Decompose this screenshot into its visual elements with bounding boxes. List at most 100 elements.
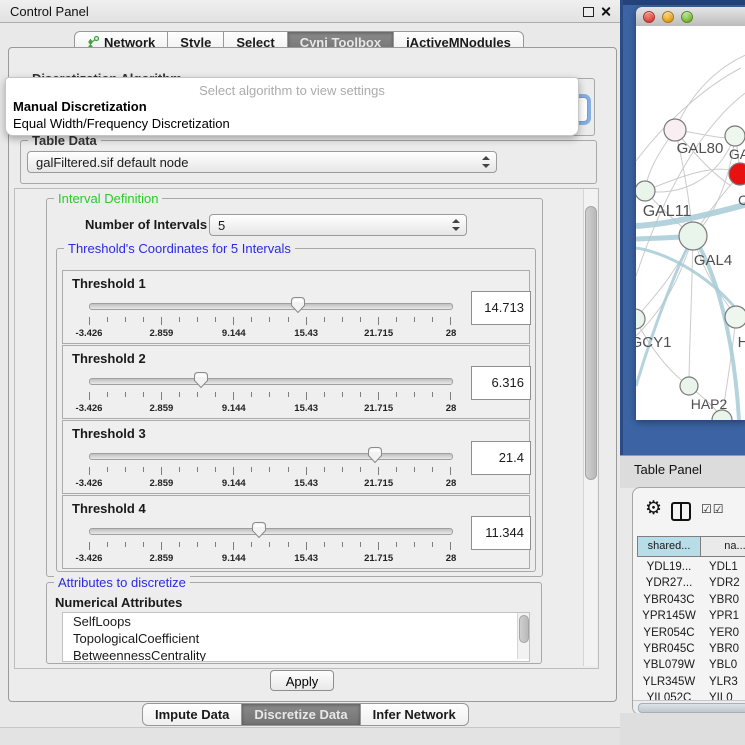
slider-tick-labels: -3.4262.8599.14415.4321.71528 — [89, 553, 451, 565]
cell-name[interactable]: YER0 — [701, 625, 745, 641]
threshold-slider[interactable]: -3.4262.8599.14415.4321.71528 — [89, 295, 451, 341]
bottom-margin — [0, 728, 620, 745]
table-row[interactable]: YBR045CYBR0 — [637, 641, 745, 657]
horizontal-scrollbar-thumb[interactable] — [638, 703, 745, 713]
cell-name[interactable]: YPR1 — [701, 608, 745, 624]
table-row[interactable]: YER054CYER0 — [637, 625, 745, 641]
tab-label: Discretize Data — [254, 707, 347, 722]
cell-name[interactable]: YBL0 — [701, 657, 745, 673]
combo-stepper-icon[interactable] — [451, 219, 459, 231]
threshold-value-field[interactable]: 6.316 — [471, 366, 531, 400]
minimize-traffic-light-icon[interactable] — [662, 11, 674, 23]
threshold-slider[interactable]: -3.4262.8599.14415.4321.71528 — [89, 520, 451, 566]
cell-shared-name[interactable]: YDL19... — [637, 559, 701, 575]
attribute-item-selfloops[interactable]: SelfLoops — [63, 613, 529, 630]
cell-shared-name[interactable]: YLR345W — [637, 674, 701, 690]
network-node-gal80[interactable] — [664, 119, 686, 141]
table-row[interactable]: YDR27...YDR2 — [637, 575, 745, 591]
table-data-combobox[interactable]: galFiltered.sif default node — [27, 151, 497, 173]
bottom-right-margin — [620, 713, 745, 745]
cell-name[interactable]: YDL1 — [701, 559, 745, 575]
table-header-row: shared... na... — [637, 536, 745, 557]
threshold-slider[interactable]: -3.4262.8599.14415.4321.71528 — [89, 445, 451, 491]
close-traffic-light-icon[interactable] — [643, 11, 655, 23]
network-node-gcy1[interactable] — [636, 309, 645, 329]
slider-track[interactable] — [89, 378, 453, 385]
attribute-item-betweennesscentrality[interactable]: BetweennessCentrality — [63, 647, 529, 662]
network-window-titlebar[interactable] — [636, 7, 745, 27]
slider-track[interactable] — [89, 528, 453, 535]
cell-name[interactable]: YDR2 — [701, 575, 745, 591]
tab-infer-network[interactable]: Infer Network — [360, 703, 469, 726]
threshold-label: Threshold 3 — [72, 426, 146, 441]
table-row[interactable]: YBL079WYBL0 — [637, 657, 745, 673]
cell-shared-name[interactable]: YPR145W — [637, 608, 701, 624]
close-icon[interactable] — [600, 6, 611, 17]
slider-track[interactable] — [89, 453, 453, 460]
network-graph: GAL80GACGAL11GAL4GCY1HHAP2 — [636, 26, 745, 420]
checkbox-checked-icons[interactable]: ☑☑ — [701, 502, 725, 516]
attributes-scrollbar[interactable] — [517, 613, 529, 659]
network-edge — [636, 319, 689, 386]
slider-tick-labels: -3.4262.8599.14415.4321.71528 — [89, 328, 451, 340]
table-row[interactable]: YBR043CYBR0 — [637, 592, 745, 608]
vertical-scrollbar-thumb[interactable] — [585, 206, 597, 480]
attributes-scrollbar-thumb[interactable] — [519, 615, 529, 643]
table-body: YDL19...YDL1YDR27...YDR2YBR043CYBR0YPR14… — [637, 559, 745, 707]
tab-discretize-data[interactable]: Discretize Data — [241, 703, 360, 726]
cell-shared-name[interactable]: YDR27... — [637, 575, 701, 591]
cell-name[interactable]: YLR3 — [701, 674, 745, 690]
network-canvas[interactable]: GAL80GACGAL11GAL4GCY1HHAP2 — [636, 26, 745, 420]
num-intervals-combobox[interactable]: 5 — [209, 214, 467, 236]
network-node-label: GAL4 — [694, 252, 732, 269]
cell-name[interactable]: YBR0 — [701, 641, 745, 657]
tab-label: Infer Network — [373, 707, 456, 722]
table-row[interactable]: YDL19...YDL1 — [637, 559, 745, 575]
slider-thumb[interactable] — [290, 296, 306, 314]
column-header-name[interactable]: na... — [700, 536, 745, 557]
threshold-value-field[interactable]: 14.713 — [471, 291, 531, 325]
network-node-c[interactable] — [729, 163, 745, 185]
threshold-slider[interactable]: -3.4262.8599.14415.4321.71528 — [89, 370, 451, 416]
network-desktop-background: GAL80GACGAL11GAL4GCY1HHAP2 — [620, 0, 745, 455]
horizontal-scrollbar[interactable] — [633, 700, 745, 714]
threshold-value-field[interactable]: 11.344 — [471, 516, 531, 550]
attribute-item-topologicalcoefficient[interactable]: TopologicalCoefficient — [63, 630, 529, 647]
threshold-value-field[interactable]: 21.4 — [471, 441, 531, 475]
zoom-traffic-light-icon[interactable] — [681, 11, 693, 23]
algorithm-option-manual-discretization[interactable]: Manual Discretization — [13, 99, 147, 114]
column-header-shared-name[interactable]: shared... — [637, 536, 701, 557]
cell-shared-name[interactable]: YBL079W — [637, 657, 701, 673]
slider-ticks — [89, 467, 451, 476]
cell-shared-name[interactable]: YBR045C — [637, 641, 701, 657]
table-row[interactable]: YLR345WYLR3 — [637, 674, 745, 690]
slider-thumb[interactable] — [251, 521, 267, 539]
table-row[interactable]: YPR145WYPR1 — [637, 608, 745, 624]
network-node-gal11[interactable] — [636, 181, 655, 201]
apply-button[interactable]: Apply — [270, 670, 334, 691]
combo-stepper-icon[interactable] — [481, 156, 489, 168]
gear-icon[interactable]: ⚙ — [645, 499, 662, 518]
threshold-panel-2: Threshold 2-3.4262.8599.14415.4321.71528… — [62, 345, 530, 419]
screenshot-root: Control Panel NetworkStyleSelectCyni Too… — [0, 0, 745, 745]
cell-shared-name[interactable]: YBR043C — [637, 592, 701, 608]
cell-shared-name[interactable]: YER054C — [637, 625, 701, 641]
slider-track[interactable] — [89, 303, 453, 310]
vertical-scrollbar[interactable] — [583, 189, 597, 666]
tab-impute-data[interactable]: Impute Data — [142, 703, 242, 726]
slider-thumb[interactable] — [367, 446, 383, 464]
network-node-hap2[interactable] — [680, 377, 698, 395]
network-node-label: GCY1 — [636, 334, 671, 351]
numerical-attributes-list[interactable]: SelfLoopsTopologicalCoefficientBetweenne… — [62, 612, 530, 662]
network-node-label: HAP2 — [691, 396, 728, 412]
network-node-gal4[interactable] — [679, 222, 707, 250]
cell-name[interactable]: YBR0 — [701, 592, 745, 608]
float-window-icon[interactable] — [583, 7, 594, 17]
column-view-icon[interactable] — [671, 502, 691, 521]
network-view-window[interactable]: GAL80GACGAL11GAL4GCY1HHAP2 — [636, 7, 745, 420]
algorithm-option-equal-width-frequency-discretization[interactable]: Equal Width/Frequency Discretization — [13, 116, 230, 131]
node-table-panel: ⚙ ☑☑ shared... na... YDL19...YDL1YDR27..… — [632, 487, 745, 715]
slider-thumb[interactable] — [193, 371, 209, 389]
network-node-ga[interactable] — [725, 126, 745, 146]
network-node-h[interactable] — [725, 306, 745, 328]
